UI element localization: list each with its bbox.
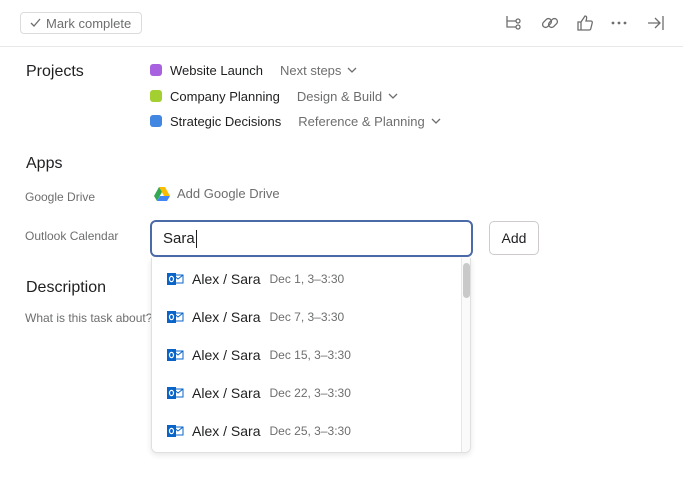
google-drive-icon — [154, 186, 170, 201]
check-icon — [30, 18, 41, 27]
result-title: Alex / Sara — [192, 385, 261, 401]
result-date: Dec 1, 3–3:30 — [269, 272, 345, 286]
result-item[interactable]: Alex / Sara Dec 25, 3–3:30 — [167, 419, 351, 443]
text-caret — [195, 229, 197, 248]
add-google-drive-button[interactable]: Add Google Drive — [154, 186, 280, 201]
project-color-dot — [150, 90, 162, 102]
section-name: Design & Build — [296, 88, 383, 104]
link-icon[interactable] — [540, 13, 560, 33]
outlook-icon — [167, 273, 184, 285]
scrollbar-thumb[interactable] — [463, 263, 470, 298]
project-color-dot — [150, 64, 162, 76]
subtasks-icon[interactable] — [504, 13, 524, 33]
project-name[interactable]: Website Launch — [170, 63, 263, 78]
chevron-down-icon — [431, 118, 441, 124]
result-title: Alex / Sara — [192, 309, 261, 325]
input-value: Sara — [163, 230, 195, 247]
result-title: Alex / Sara — [192, 271, 261, 287]
projects-heading: Projects — [26, 63, 84, 80]
description-heading: Description — [26, 279, 107, 296]
result-date: Dec 7, 3–3:30 — [269, 310, 345, 324]
description-field[interactable]: What is this task about? — [25, 311, 152, 325]
outlook-search-input[interactable]: Sara — [150, 220, 473, 257]
chevron-down-icon — [388, 93, 398, 99]
add-google-drive-label: Add Google Drive — [177, 186, 280, 201]
outlook-icon — [167, 311, 184, 323]
section-dropdown[interactable]: Reference & Planning — [298, 113, 441, 129]
project-row[interactable]: Company Planning Design & Build — [150, 86, 398, 106]
close-panel-icon[interactable] — [646, 13, 666, 33]
project-name[interactable]: Company Planning — [170, 89, 280, 104]
result-item[interactable]: Alex / Sara Dec 7, 3–3:30 — [167, 305, 344, 329]
project-color-dot — [150, 115, 162, 127]
result-title: Alex / Sara — [192, 423, 261, 439]
chevron-down-icon — [347, 67, 357, 73]
result-title: Alex / Sara — [192, 347, 261, 363]
outlook-calendar-label: Outlook Calendar — [25, 229, 119, 243]
mark-complete-button[interactable]: Mark complete — [20, 12, 142, 34]
section-dropdown[interactable]: Design & Build — [297, 89, 398, 104]
google-drive-label: Google Drive — [25, 190, 96, 204]
project-row[interactable]: Website Launch Next steps — [150, 60, 357, 80]
outlook-icon — [167, 387, 184, 399]
more-icon[interactable] — [609, 13, 629, 33]
outlook-icon — [167, 349, 184, 361]
result-date: Dec 22, 3–3:30 — [269, 386, 351, 400]
section-dropdown[interactable]: Next steps — [280, 63, 357, 78]
section-name: Reference & Planning — [298, 113, 425, 129]
project-row[interactable]: Strategic Decisions Reference & Planning — [150, 111, 441, 131]
result-item[interactable]: Alex / Sara Dec 1, 3–3:30 — [167, 267, 344, 291]
thumbs-up-icon[interactable] — [575, 13, 595, 33]
project-name[interactable]: Strategic Decisions — [170, 114, 281, 129]
result-item[interactable]: Alex / Sara Dec 22, 3–3:30 — [167, 381, 351, 405]
result-date: Dec 15, 3–3:30 — [269, 348, 351, 362]
mark-complete-label: Mark complete — [46, 15, 132, 31]
apps-heading: Apps — [26, 155, 63, 172]
section-name: Next steps — [280, 62, 342, 78]
results-dropdown: Alex / Sara Dec 1, 3–3:30 Alex / Sara Dec 7… — [151, 258, 471, 453]
result-date: Dec 25, 3–3:30 — [269, 424, 351, 438]
add-button[interactable]: Add — [489, 221, 539, 255]
result-item[interactable]: Alex / Sara Dec 15, 3–3:30 — [167, 343, 351, 367]
outlook-icon — [167, 425, 184, 437]
